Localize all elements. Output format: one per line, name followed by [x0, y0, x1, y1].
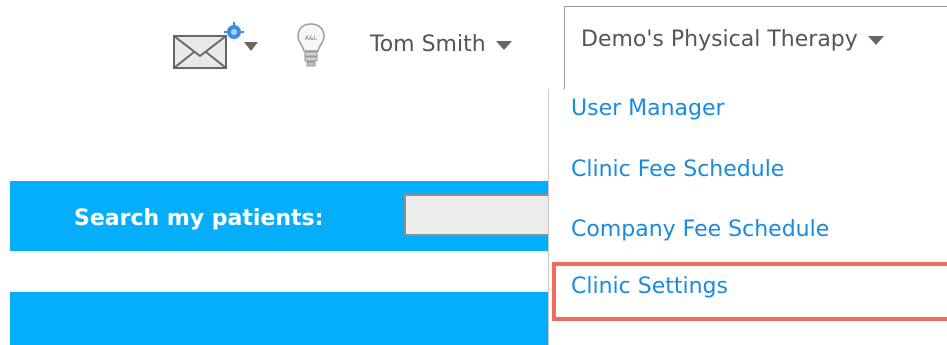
user-menu-button[interactable]: Tom Smith — [370, 27, 512, 61]
svg-text:A&L: A&L — [305, 35, 318, 42]
menu-item-clinic-fee-schedule[interactable]: Clinic Fee Schedule — [571, 157, 784, 182]
user-name: Tom Smith — [370, 31, 486, 57]
envelope-icon — [173, 22, 258, 69]
menu-item-user-manager[interactable]: User Manager — [571, 96, 725, 121]
lightbulb-button[interactable]: A&L — [296, 20, 326, 74]
chevron-down-icon — [495, 40, 512, 50]
chevron-down-icon — [244, 42, 258, 51]
clinic-menu-button[interactable]: Demo's Physical Therapy — [564, 6, 947, 90]
menu-item-company-fee-schedule[interactable]: Company Fee Schedule — [571, 217, 829, 242]
clinic-name: Demo's Physical Therapy — [581, 27, 858, 52]
mail-menu-button[interactable] — [168, 22, 260, 72]
clinic-dropdown-menu: User Manager Clinic Fee Schedule Company… — [548, 89, 947, 345]
menu-item-clinic-settings[interactable]: Clinic Settings — [571, 274, 728, 299]
search-label: Search my patients: — [74, 206, 324, 231]
lightbulb-icon: A&L — [297, 23, 325, 67]
top-header: A&L Tom Smith Demo's Physical Therapy — [0, 0, 947, 92]
chevron-down-icon — [867, 36, 884, 45]
